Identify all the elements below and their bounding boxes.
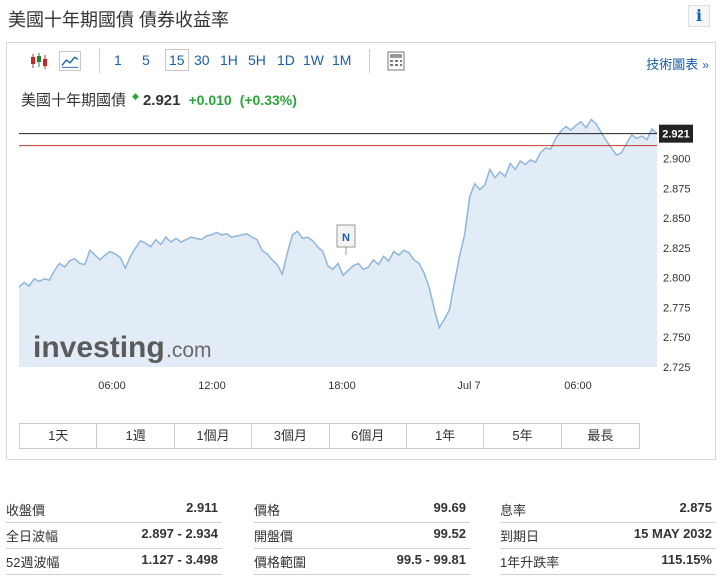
page-title: 美國十年期國債 債券收益率 — [8, 10, 229, 30]
range-1y[interactable]: 1年 — [406, 424, 485, 448]
stat-label: 價格 — [254, 503, 281, 518]
x-tick-label: Jul 7 — [457, 380, 480, 392]
news-marker-label: N — [342, 232, 350, 244]
x-tick-label: 18:00 — [328, 380, 356, 392]
stat-row: 價格 99.69 — [254, 496, 470, 523]
stat-row: 到期日 15 MAY 2032 — [500, 522, 716, 549]
stat-label: 1年升跌率 — [500, 555, 560, 570]
stat-row: 息率 2.875 — [500, 496, 716, 523]
range-max[interactable]: 最長 — [561, 424, 640, 448]
stat-row: 全日波幅 2.897 - 2.934 — [6, 522, 222, 549]
stat-value: 115.15% — [661, 552, 712, 567]
stat-value: 15 MAY 2032 — [633, 526, 712, 541]
y-tick-label: 2.800 — [663, 273, 691, 285]
range-5y[interactable]: 5年 — [484, 424, 562, 448]
stat-value: 99.52 — [433, 526, 466, 541]
stat-value: 2.897 - 2.934 — [141, 526, 218, 541]
y-tick-label: 2.850 — [663, 213, 691, 225]
stat-row: 開盤價 99.52 — [254, 522, 470, 549]
yield-chart[interactable]: investing .com 2.921 2.900 2.875 2.850 2.825 2.… — [7, 43, 715, 421]
stat-label: 到期日 — [500, 529, 540, 544]
divider — [500, 574, 716, 575]
x-tick-label: 12:00 — [198, 380, 226, 392]
stat-row: 價格範圍 99.5 - 99.81 — [254, 548, 470, 575]
stat-row: 1年升跌率 115.15% — [500, 548, 716, 575]
divider — [6, 574, 222, 575]
y-tick-label: 2.775 — [663, 302, 691, 314]
stat-value: 99.69 — [433, 500, 466, 515]
stat-value: 1.127 - 3.498 — [141, 552, 218, 567]
x-tick-label: 06:00 — [564, 380, 592, 392]
y-tick-label: 2.725 — [663, 362, 691, 374]
chart-panel: 1 5 15 30 1H 5H 1D 1W 1M 技術圖表» 美國十年期國債 ◆ 2… — [6, 42, 716, 460]
range-selector: 1天 1週 1個月 3個月 6個月 1年 5年 最長 — [19, 423, 641, 449]
investing-logo-suffix: .com — [166, 339, 212, 362]
stat-row: 52週波幅 1.127 - 3.498 — [6, 548, 222, 575]
y-tick-label: 2.750 — [663, 332, 691, 344]
y-tick-label: 2.900 — [663, 154, 691, 166]
stat-value: 2.911 — [186, 500, 218, 515]
stat-label: 開盤價 — [254, 529, 294, 544]
investing-logo: investing — [33, 331, 165, 364]
stat-label: 價格範圍 — [254, 555, 307, 570]
stat-label: 全日波幅 — [6, 529, 59, 544]
stat-value: 2.875 — [679, 500, 712, 515]
stat-value: 99.5 - 99.81 — [396, 552, 466, 567]
range-1d[interactable]: 1天 — [20, 424, 98, 448]
stat-row: 收盤價 2.911 — [6, 496, 222, 523]
divider — [254, 574, 470, 575]
current-price-label: 2.921 — [662, 129, 690, 141]
x-tick-label: 06:00 — [98, 380, 126, 392]
y-tick-label: 2.875 — [663, 183, 691, 195]
range-6m[interactable]: 6個月 — [329, 424, 407, 448]
stat-label: 52週波幅 — [6, 555, 60, 570]
stat-label: 收盤價 — [6, 503, 46, 518]
range-3m[interactable]: 3個月 — [252, 424, 330, 448]
range-1m[interactable]: 1個月 — [174, 424, 253, 448]
y-tick-label: 2.825 — [663, 243, 691, 255]
stat-label: 息率 — [500, 503, 527, 518]
info-icon[interactable]: i — [688, 5, 710, 27]
range-1w[interactable]: 1週 — [97, 424, 175, 448]
